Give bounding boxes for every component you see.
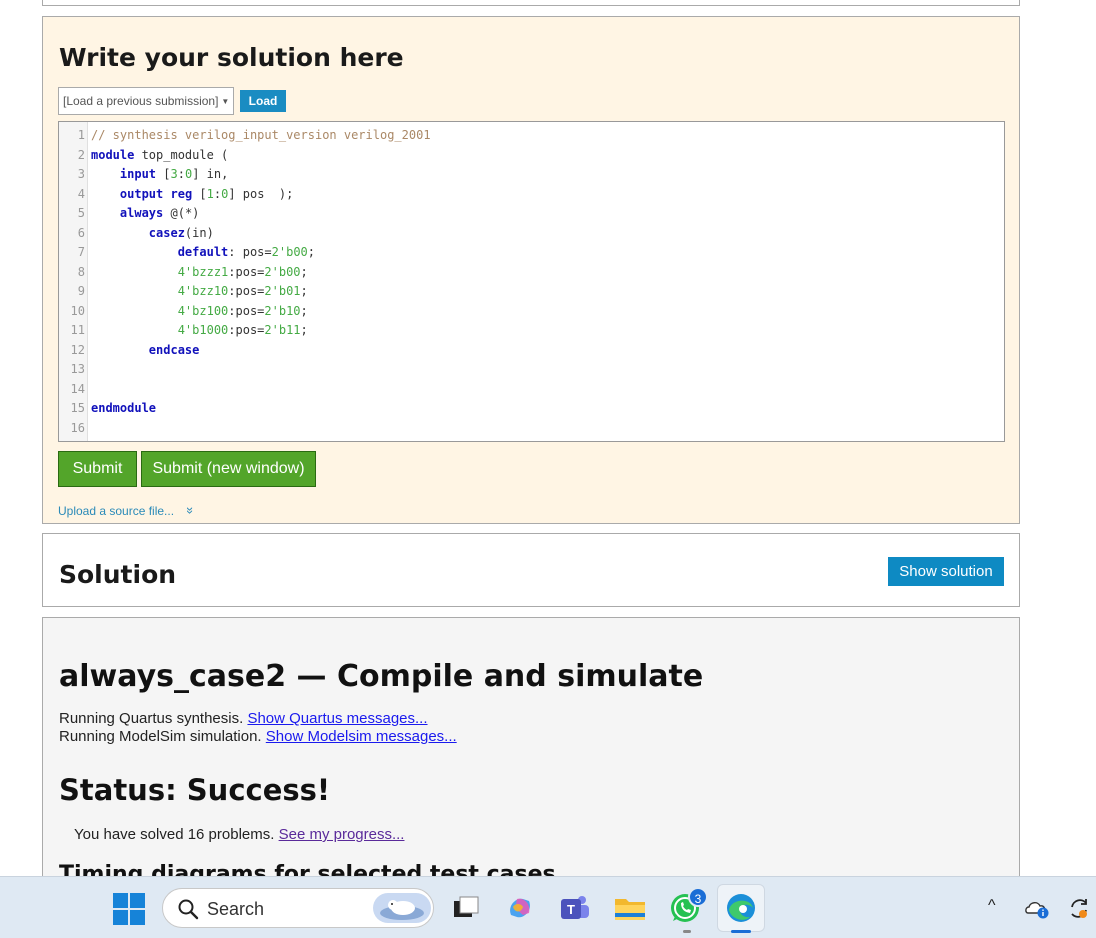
code-line: 6 casez(in) (59, 224, 214, 244)
windows-start-icon[interactable] (113, 893, 145, 925)
search-icon (178, 899, 199, 920)
line-number: 10 (70, 303, 85, 318)
code-line: 8 4'bzzz1:pos=2'b00; (59, 263, 308, 283)
code-text: module top_module ( (91, 147, 229, 162)
submit-new-window-button[interactable]: Submit (new window) (141, 451, 316, 487)
line-number: 12 (70, 342, 85, 357)
code-text: endcase (148, 342, 200, 357)
code-text: input [3:0] in, (119, 167, 229, 181)
status-heading: Status: Success! (59, 773, 331, 807)
line-number: 8 (77, 264, 85, 279)
code-line: 14 (59, 380, 85, 400)
show-hidden-icons-icon[interactable]: ^ (988, 897, 996, 915)
code-text: always @(*) (119, 206, 200, 220)
line-number: 14 (70, 381, 85, 396)
editor-title: Write your solution here (59, 43, 404, 72)
progress-line: You have solved 16 problems. See my prog… (74, 826, 404, 843)
quartus-text: Running Quartus synthesis. (59, 710, 244, 727)
code-line: 1 // synthesis verilog_input_version veri… (59, 126, 431, 146)
load-button[interactable]: Load (240, 90, 286, 112)
load-submission-select[interactable]: [Load a previous submission] ▼ (58, 87, 234, 115)
line-number: 3 (77, 167, 85, 181)
upload-label: Upload a source file... (58, 504, 175, 518)
line-number: 16 (70, 420, 85, 435)
code-text: endmodule (91, 401, 157, 415)
solution-panel: Solution Show solution (42, 533, 1020, 607)
modelsim-messages-link[interactable]: Show Modelsim messages... (266, 728, 457, 745)
code-line: 10 4'bz100:pos=2'b10; (59, 302, 308, 322)
line-number: 11 (70, 323, 85, 337)
caret-down-icon: ▼ (221, 97, 230, 107)
expand-icon: » (183, 506, 199, 515)
line-number: 6 (77, 225, 85, 240)
code-text: casez(in) (148, 225, 214, 240)
show-solution-button[interactable]: Show solution (888, 557, 1004, 586)
code-text: default: pos=2'b00; (177, 245, 315, 259)
code-line: 9 4'bzz10:pos=2'b01; (59, 282, 308, 302)
result-title: always_case2 — Compile and simulate (59, 659, 704, 694)
load-select-label: [Load a previous submission] (63, 94, 219, 108)
progress-text: You have solved 16 problems. (74, 826, 275, 843)
submit-button[interactable]: Submit (58, 451, 137, 487)
line-number: 13 (70, 362, 85, 376)
progress-link[interactable]: See my progress... (279, 826, 405, 843)
line-number: 1 (77, 128, 85, 142)
code-text: 4'bzzz1:pos=2'b00; (177, 264, 308, 279)
modelsim-line: Running ModelSim simulation. Show Models… (59, 728, 457, 745)
previous-panel-edge (42, 0, 1020, 6)
code-text: output reg [1:0] pos ); (119, 186, 294, 201)
svg-text:T: T (567, 902, 575, 917)
whatsapp-running-indicator (683, 930, 691, 933)
page: Write your solution here [Load a previou… (0, 0, 1096, 876)
line-number: 2 (77, 147, 85, 162)
search-label: Search (207, 899, 265, 919)
code-text: 4'bzz10:pos=2'b01; (177, 284, 308, 298)
task-view-icon[interactable] (448, 891, 482, 925)
line-number: 9 (77, 284, 85, 298)
code-line: 3 input [3:0] in, (59, 165, 229, 185)
line-number: 5 (77, 206, 85, 220)
code-text: 4'bz100:pos=2'b10; (177, 303, 308, 318)
code-line: 11 4'b1000:pos=2'b11; (59, 321, 308, 341)
search-highlight-icon (373, 893, 431, 923)
code-line: 12 endcase (59, 341, 200, 361)
line-number: 15 (70, 401, 85, 415)
update-sync-icon[interactable] (1066, 895, 1092, 921)
code-line: 16 (59, 419, 85, 439)
line-number: 7 (77, 245, 85, 259)
code-line: 13 (59, 360, 85, 380)
code-editor[interactable]: 1 // synthesis verilog_input_version veri… (58, 121, 1005, 442)
edge-browser-icon[interactable] (724, 891, 758, 925)
modelsim-text: Running ModelSim simulation. (59, 728, 262, 745)
code-text: // synthesis verilog_input_version veril… (91, 128, 431, 142)
upload-source-link[interactable]: Upload a source file... » (58, 503, 199, 518)
solution-title: Solution (59, 560, 177, 589)
teams-icon[interactable]: T (558, 891, 592, 925)
quartus-line: Running Quartus synthesis. Show Quartus … (59, 710, 428, 727)
code-text: 4'b1000:pos=2'b11; (177, 323, 308, 337)
code-line: 2 module top_module ( (59, 146, 229, 166)
onedrive-info-icon[interactable] (1024, 895, 1050, 921)
timing-heading: Timing diagrams for selected test cases (59, 862, 556, 876)
code-line: 4 output reg [1:0] pos ); (59, 185, 294, 205)
compile-result-panel: always_case2 — Compile and simulate Runn… (42, 617, 1020, 876)
taskbar: Search T 3 ^ (0, 876, 1096, 938)
quartus-messages-link[interactable]: Show Quartus messages... (247, 710, 427, 727)
taskbar-search[interactable]: Search (162, 888, 434, 928)
copilot-icon[interactable] (503, 891, 537, 925)
file-explorer-icon[interactable] (613, 891, 647, 925)
solution-editor-panel: Write your solution here [Load a previou… (42, 16, 1020, 524)
code-line: 7 default: pos=2'b00; (59, 243, 315, 263)
line-number: 4 (77, 186, 85, 201)
edge-active-indicator (731, 930, 751, 933)
whatsapp-notification-badge: 3 (688, 887, 708, 907)
code-line: 15 endmodule (59, 399, 156, 419)
code-line: 5 always @(*) (59, 204, 200, 224)
